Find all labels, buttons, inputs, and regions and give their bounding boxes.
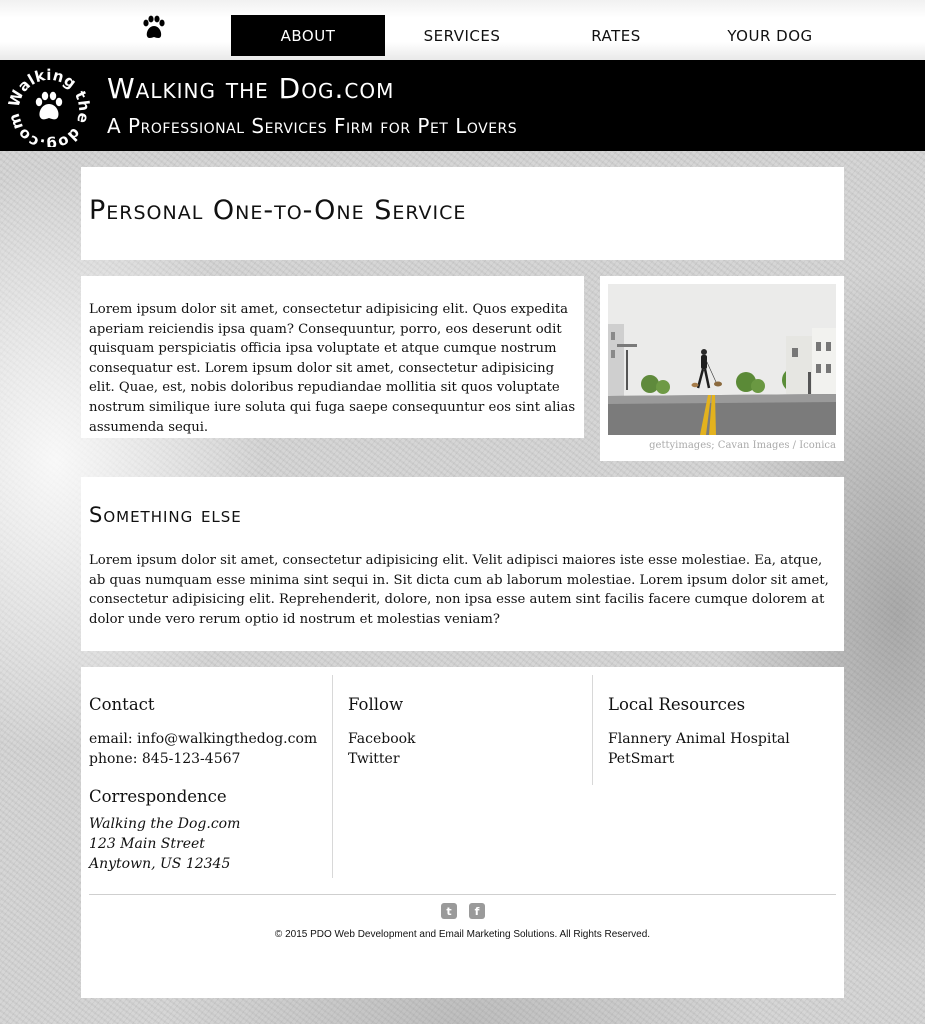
dog-walker-photo — [608, 284, 836, 435]
resources-heading: Local Resources — [608, 695, 746, 714]
section-panel: Something else Lorem ipsum dolor sit ame… — [81, 477, 844, 651]
intro-panel: Lorem ipsum dolor sit amet, consectetur … — [81, 276, 584, 438]
footer-rule — [89, 894, 836, 895]
follow-heading: Follow — [348, 695, 404, 714]
address-line: 123 Main Street — [89, 836, 205, 852]
contact-heading: Contact — [89, 695, 155, 714]
photo-panel: gettyimages; Cavan Images / Iconica — [600, 276, 844, 461]
section-text: Lorem ipsum dolor sit amet, consectetur … — [89, 553, 829, 627]
site-title: Walking the Dog.com — [107, 72, 395, 105]
facebook-link[interactable]: Facebook — [348, 729, 584, 749]
footer-follow-column: Follow Facebook Twitter — [348, 673, 584, 769]
section-title: Something else — [89, 503, 242, 527]
nav-item-your-dog[interactable]: YOUR DOG — [693, 15, 847, 56]
contact-email[interactable]: email: info@walkingthedog.com — [89, 729, 325, 749]
address-line: Walking the Dog.com — [89, 816, 241, 832]
address-line: Anytown, US 12345 — [89, 856, 231, 872]
nav-item-services[interactable]: SERVICES — [385, 15, 539, 56]
facebook-icon[interactable]: f — [469, 903, 485, 919]
contact-phone[interactable]: phone: 845-123-4567 — [89, 749, 325, 769]
page-title-panel: Personal One-to-One Service — [81, 167, 844, 260]
correspondence-heading: Correspondence — [89, 787, 227, 806]
page-title: Personal One-to-One Service — [89, 195, 467, 226]
nav-item-rates[interactable]: RATES — [539, 15, 693, 56]
site-banner: Walking the dog.com Walking the Dog.com … — [0, 60, 925, 151]
photo-caption: gettyimages; Cavan Images / Iconica — [649, 440, 836, 451]
site-footer: Contact email: info@walkingthedog.com ph… — [81, 667, 844, 998]
copyright-text: © 2015 PDO Web Development and Email Mar… — [274, 929, 651, 940]
site-logo[interactable]: Walking the dog.com — [8, 65, 90, 147]
top-nav: ABOUT SERVICES RATES YOUR DOG — [0, 0, 925, 60]
footer-divider — [592, 675, 593, 785]
footer-divider — [332, 675, 333, 878]
intro-text: Lorem ipsum dolor sit amet, consectetur … — [89, 302, 576, 435]
paw-icon[interactable] — [140, 14, 168, 42]
nav-item-about[interactable]: ABOUT — [231, 15, 385, 56]
site-subtitle: A Professional Services Firm for Pet Lov… — [107, 114, 518, 138]
twitter-icon[interactable]: t — [441, 903, 457, 919]
footer-contact-column: Contact email: info@walkingthedog.com ph… — [89, 673, 325, 874]
resource-link-animal-hospital[interactable]: Flannery Animal Hospital — [608, 729, 836, 749]
footer-resources-column: Local Resources Flannery Animal Hospital… — [608, 673, 836, 769]
resource-link-petsmart[interactable]: PetSmart — [608, 749, 836, 769]
twitter-link[interactable]: Twitter — [348, 749, 584, 769]
